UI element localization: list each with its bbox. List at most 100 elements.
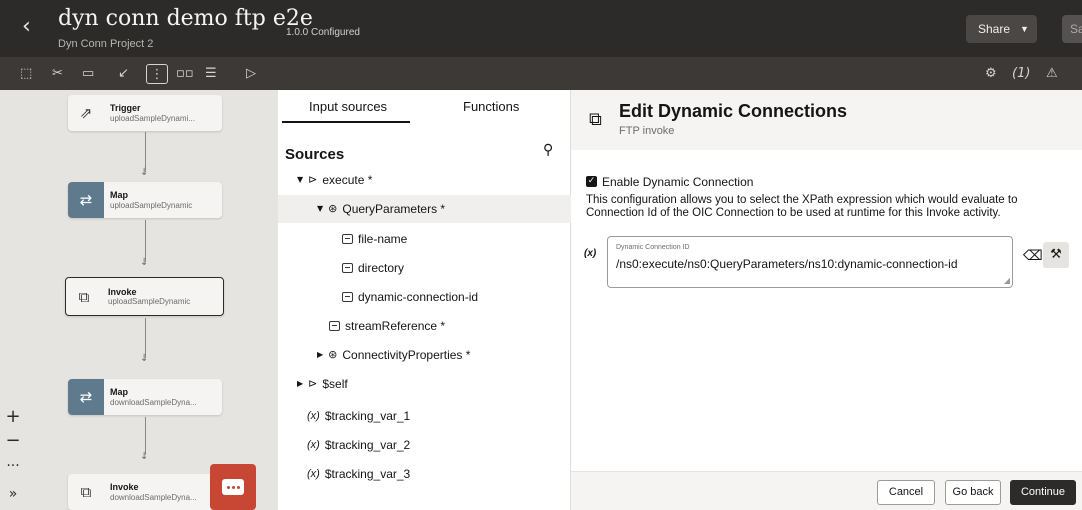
field-label: Dynamic Connection ID [616,244,690,251]
map-arrows-icon: ⇄ [68,379,104,415]
node-title: Invoke [108,286,137,297]
variable-icon: (x) [307,439,320,451]
enable-dynamic-connection-checkbox[interactable]: ✓ [586,176,597,187]
checkbox-label[interactable]: Enable Dynamic Connection [602,175,753,189]
node-title: Invoke [110,482,139,493]
vertical-layout-icon[interactable]: ⋮ [146,64,168,84]
trigger-icon: ⇗ [79,104,93,122]
search-icon[interactable]: ⚲ [543,142,553,158]
map-node[interactable]: ⇄ Map downloadSampleDyna... [68,379,222,415]
cut-icon[interactable]: ✂ [52,64,63,84]
panel-title: Edit Dynamic Connections [619,101,848,121]
arrow-down-icon: ↓ [140,451,149,462]
connector-line [145,220,146,262]
panel-footer: Cancel Go back Continue [571,471,1082,510]
more-options-button[interactable]: ... [0,454,26,478]
element-icon: ⊳ [308,377,318,390]
tree-item-tracking-var-1[interactable]: (x) $tracking_var_1 [307,402,410,430]
invoke-icon: ⧉ [78,287,90,306]
caret-down-icon: ▼ [297,175,304,184]
map-node[interactable]: ⇄ Map uploadSampleDynamic [68,182,222,218]
tree-label: $tracking_var_3 [324,467,411,481]
cancel-button[interactable]: Cancel [877,480,935,505]
tree-item-queryparameters[interactable]: ▼ ⊛ QueryParameters * [278,195,571,223]
tree-label: QueryParameters * [342,202,446,216]
share-button[interactable]: Share ▼ [966,15,1037,43]
variable-icon: (x) [307,468,320,480]
horizontal-layout-icon[interactable]: ▫▫ [176,64,194,84]
dynamic-connection-id-field[interactable]: Dynamic Connection ID /ns0:execute/ns0:Q… [607,236,1013,288]
map-arrows-icon: ⇄ [68,182,104,218]
resize-grip-icon[interactable]: ◢ [1004,276,1010,285]
tools-icon[interactable]: ⚒ [1043,242,1069,268]
sources-heading: Sources [285,146,345,163]
caret-down-icon: ▼ [1020,24,1029,34]
canvas-toolbar: ⬚ ✂ ▭ ↙ ⋮ ▫▫ ☰ ▷ ⚙ (1) ⚠ [0,57,1082,90]
tree-item-tracking-var-3[interactable]: (x) $tracking_var_3 [307,460,410,488]
settings-gear-icon[interactable]: ⚙ [985,64,997,84]
save-button[interactable]: Sa [1062,15,1082,43]
eraser-icon[interactable]: ⌫ [1023,248,1043,264]
tree-item-execute[interactable]: ▼ ⊳ execute * [297,166,372,194]
tree-item-directory[interactable]: directory [342,254,404,282]
tab-functions[interactable]: Functions [463,99,519,114]
tab-input-sources[interactable]: Input sources [309,99,387,114]
tree-item-tracking-var-2[interactable]: (x) $tracking_var_2 [307,431,410,459]
sources-panel: Input sources Functions Sources ⚲ ▼ ⊳ ex… [278,90,571,510]
version-status: 1.0.0 Configured [286,27,360,38]
field-icon [329,321,340,331]
go-back-button[interactable]: Go back [945,480,1001,505]
caret-right-icon: ▶ [317,350,324,359]
paste-icon[interactable]: ▭ [82,64,94,84]
collapse-icon[interactable]: ↙ [118,64,129,84]
expression-icon: (x) [584,248,597,259]
flow-canvas[interactable]: ⇗ Trigger uploadSampleDynami... ↓ ⇄ Map … [0,90,278,510]
trigger-node[interactable]: ⇗ Trigger uploadSampleDynami... [68,95,222,131]
tree-item-file-name[interactable]: file-name [342,225,407,253]
field-value[interactable]: /ns0:execute/ns0:QueryParameters/ns10:dy… [616,257,958,271]
tree-label: directory [358,261,405,275]
invoke-icon: ⧉ [589,109,602,130]
complex-type-icon: ⊛ [328,348,338,361]
share-label: Share [978,22,1011,36]
back-chevron-icon[interactable]: ‹ [22,14,31,39]
tree-label: $tracking_var_2 [324,438,411,452]
field-icon [342,292,353,302]
arrow-down-icon: ↓ [140,167,149,178]
complex-type-icon: ⊛ [328,202,338,215]
tree-label: ConnectivityProperties * [342,348,471,362]
tree-label: $self [322,377,348,391]
sources-tabs: Input sources Functions [278,90,571,126]
invoke-node[interactable]: ⧉ Invoke downloadSampleDyna... [68,474,222,510]
select-icon[interactable]: ⬚ [20,64,32,84]
warning-icon[interactable]: ⚠ [1046,64,1058,84]
chat-button[interactable] [210,464,256,510]
zoom-out-button[interactable]: − [0,430,26,454]
invoke-icon: ⧉ [80,483,92,501]
error-count[interactable]: (1) [1012,64,1030,84]
continue-button[interactable]: Continue [1010,480,1076,505]
caret-down-icon: ▼ [317,204,324,213]
node-title: Map [110,387,128,398]
invoke-node-selected[interactable]: ⧉ Invoke uploadSampleDynamic [65,277,224,316]
expand-panel-button[interactable]: » [0,486,26,510]
panel-subtitle: FTP invoke [619,125,675,137]
panel-header: ⧉ Edit Dynamic Connections FTP invoke [571,90,1082,150]
arrow-down-icon: ↓ [140,257,149,268]
variable-icon: (x) [307,410,320,422]
list-layout-icon[interactable]: ☰ [205,64,217,84]
tree-item-streamreference[interactable]: streamReference * [329,312,445,340]
connector-line [145,132,146,172]
tree-item-dynamic-connection-id[interactable]: dynamic-connection-id [342,283,478,311]
edit-dynamic-connections-panel: ⧉ Edit Dynamic Connections FTP invoke ✓ … [571,90,1082,510]
run-icon[interactable]: ▷ [246,64,256,84]
node-subtitle: uploadSampleDynami... [110,113,195,123]
node-subtitle: downloadSampleDyna... [110,492,197,502]
zoom-in-button[interactable]: + [0,406,26,430]
tree-item-self[interactable]: ▶ ⊳ $self [297,370,348,398]
tree-item-connectivityproperties[interactable]: ▶ ⊛ ConnectivityProperties * [317,341,470,369]
tree-label: file-name [358,232,408,246]
node-subtitle: uploadSampleDynamic [110,200,193,210]
description-text: This configuration allows you to select … [586,194,1018,219]
node-title: Map [110,190,128,201]
